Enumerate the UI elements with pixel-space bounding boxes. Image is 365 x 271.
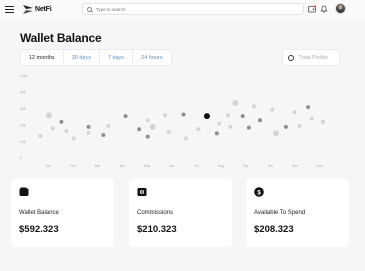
data-point[interactable] xyxy=(101,133,106,138)
y-tick-label: 60k xyxy=(20,107,26,111)
data-point[interactable] xyxy=(106,124,111,129)
data-point[interactable] xyxy=(246,125,251,130)
y-tick-label: 40k xyxy=(20,123,26,127)
data-point[interactable] xyxy=(71,136,76,141)
x-tick-label: Dec xyxy=(317,164,323,168)
wallet-balance-chart: 0 20k 40k 60k 80k 100k Jan Feb Mar Apr May Jun Jul Au… xyxy=(20,74,325,168)
x-tick-label: Apr xyxy=(120,164,126,168)
data-point[interactable] xyxy=(181,112,186,117)
card-label: Available To Spend xyxy=(254,210,306,216)
data-point[interactable] xyxy=(258,118,262,123)
wallet-balance-card[interactable]: Wallet Balance $592.323 xyxy=(11,179,114,247)
bell-icon[interactable] xyxy=(320,5,328,13)
data-point[interactable] xyxy=(225,113,230,118)
x-tick-label: Sep xyxy=(243,164,249,168)
data-point[interactable] xyxy=(217,121,222,126)
data-point[interactable] xyxy=(240,114,245,119)
x-tick-label: Mar xyxy=(95,164,102,168)
wallet-icon xyxy=(19,187,29,196)
radio-icon[interactable] xyxy=(288,54,294,61)
x-tick-label: May xyxy=(144,164,151,168)
data-point[interactable] xyxy=(306,105,311,110)
tab-24-hours[interactable]: 24 hours xyxy=(133,50,170,65)
total-profits-toggle[interactable]: Total Profits xyxy=(282,49,340,66)
card-value: $208.323 xyxy=(254,224,294,235)
x-tick-label: Jan xyxy=(46,164,52,168)
data-point[interactable] xyxy=(137,127,142,132)
y-tick-label: 80k xyxy=(20,91,26,95)
search-input[interactable] xyxy=(96,6,286,12)
search-icon xyxy=(87,6,92,12)
brand-name: NetFi xyxy=(35,6,52,13)
tab-12-months[interactable]: 12 months xyxy=(21,50,64,65)
data-point[interactable] xyxy=(145,134,150,139)
data-point[interactable] xyxy=(283,124,288,129)
data-point[interactable] xyxy=(64,128,69,133)
logo-mark-icon xyxy=(23,5,33,14)
tab-7-days[interactable]: 7 days xyxy=(100,50,134,65)
tab-30-days[interactable]: 30 days xyxy=(64,50,100,65)
page-title: Wallet Balance xyxy=(20,31,102,45)
search-bar[interactable] xyxy=(82,3,304,15)
data-point[interactable] xyxy=(232,100,239,107)
x-tick-label: Oct xyxy=(268,164,273,168)
top-bar: NetFi xyxy=(0,0,365,20)
data-point[interactable] xyxy=(292,110,297,115)
card-label: Wallet Balance xyxy=(19,210,59,216)
data-point[interactable] xyxy=(86,124,91,129)
data-point[interactable] xyxy=(320,119,325,124)
data-point[interactable] xyxy=(184,136,188,141)
data-point[interactable] xyxy=(203,113,210,120)
y-tick-label: 100k xyxy=(20,74,28,78)
x-tick-label: Aug xyxy=(218,164,224,168)
brand-logo[interactable]: NetFi xyxy=(23,4,52,15)
x-tick-label: Feb xyxy=(70,164,76,168)
data-point[interactable] xyxy=(123,114,128,119)
data-point[interactable] xyxy=(166,129,171,134)
data-point[interactable] xyxy=(59,119,64,124)
x-tick-label: Jul xyxy=(194,164,199,168)
total-profits-label: Total Profits xyxy=(299,54,328,61)
svg-text:$: $ xyxy=(257,189,261,196)
y-tick-label: 20k xyxy=(20,140,26,144)
data-point[interactable] xyxy=(228,124,233,129)
data-point[interactable] xyxy=(297,124,302,129)
card-label: Commissions xyxy=(137,210,174,216)
cash-icon xyxy=(137,188,147,196)
card-value: $210.323 xyxy=(137,224,177,235)
card-value: $592.323 xyxy=(19,224,59,235)
wallet-status-icon[interactable] xyxy=(308,5,316,13)
x-tick-label: Nov xyxy=(292,164,298,168)
data-point[interactable] xyxy=(251,104,256,109)
x-tick-label: Jun xyxy=(169,164,175,168)
data-point[interactable] xyxy=(46,112,53,119)
avatar[interactable] xyxy=(335,3,346,14)
data-point[interactable] xyxy=(270,107,275,112)
data-point[interactable] xyxy=(273,130,280,137)
menu-icon[interactable] xyxy=(5,6,14,13)
data-point[interactable] xyxy=(163,113,168,118)
data-point[interactable] xyxy=(38,133,43,138)
data-point[interactable] xyxy=(86,130,91,135)
data-point[interactable] xyxy=(309,116,314,121)
data-point[interactable] xyxy=(145,118,150,123)
data-point[interactable] xyxy=(50,126,55,131)
commissions-card[interactable]: Commissions $210.323 xyxy=(129,179,232,247)
data-point[interactable] xyxy=(196,127,201,132)
time-range-tabs: 12 months 30 days 7 days 24 hours xyxy=(20,49,172,66)
y-tick-label: 0 xyxy=(20,156,22,160)
available-to-spend-card[interactable]: $ Available To Spend $208.323 xyxy=(246,179,349,247)
data-point[interactable] xyxy=(149,123,156,130)
data-point[interactable] xyxy=(214,131,219,136)
dollar-coin-icon: $ xyxy=(254,187,264,197)
